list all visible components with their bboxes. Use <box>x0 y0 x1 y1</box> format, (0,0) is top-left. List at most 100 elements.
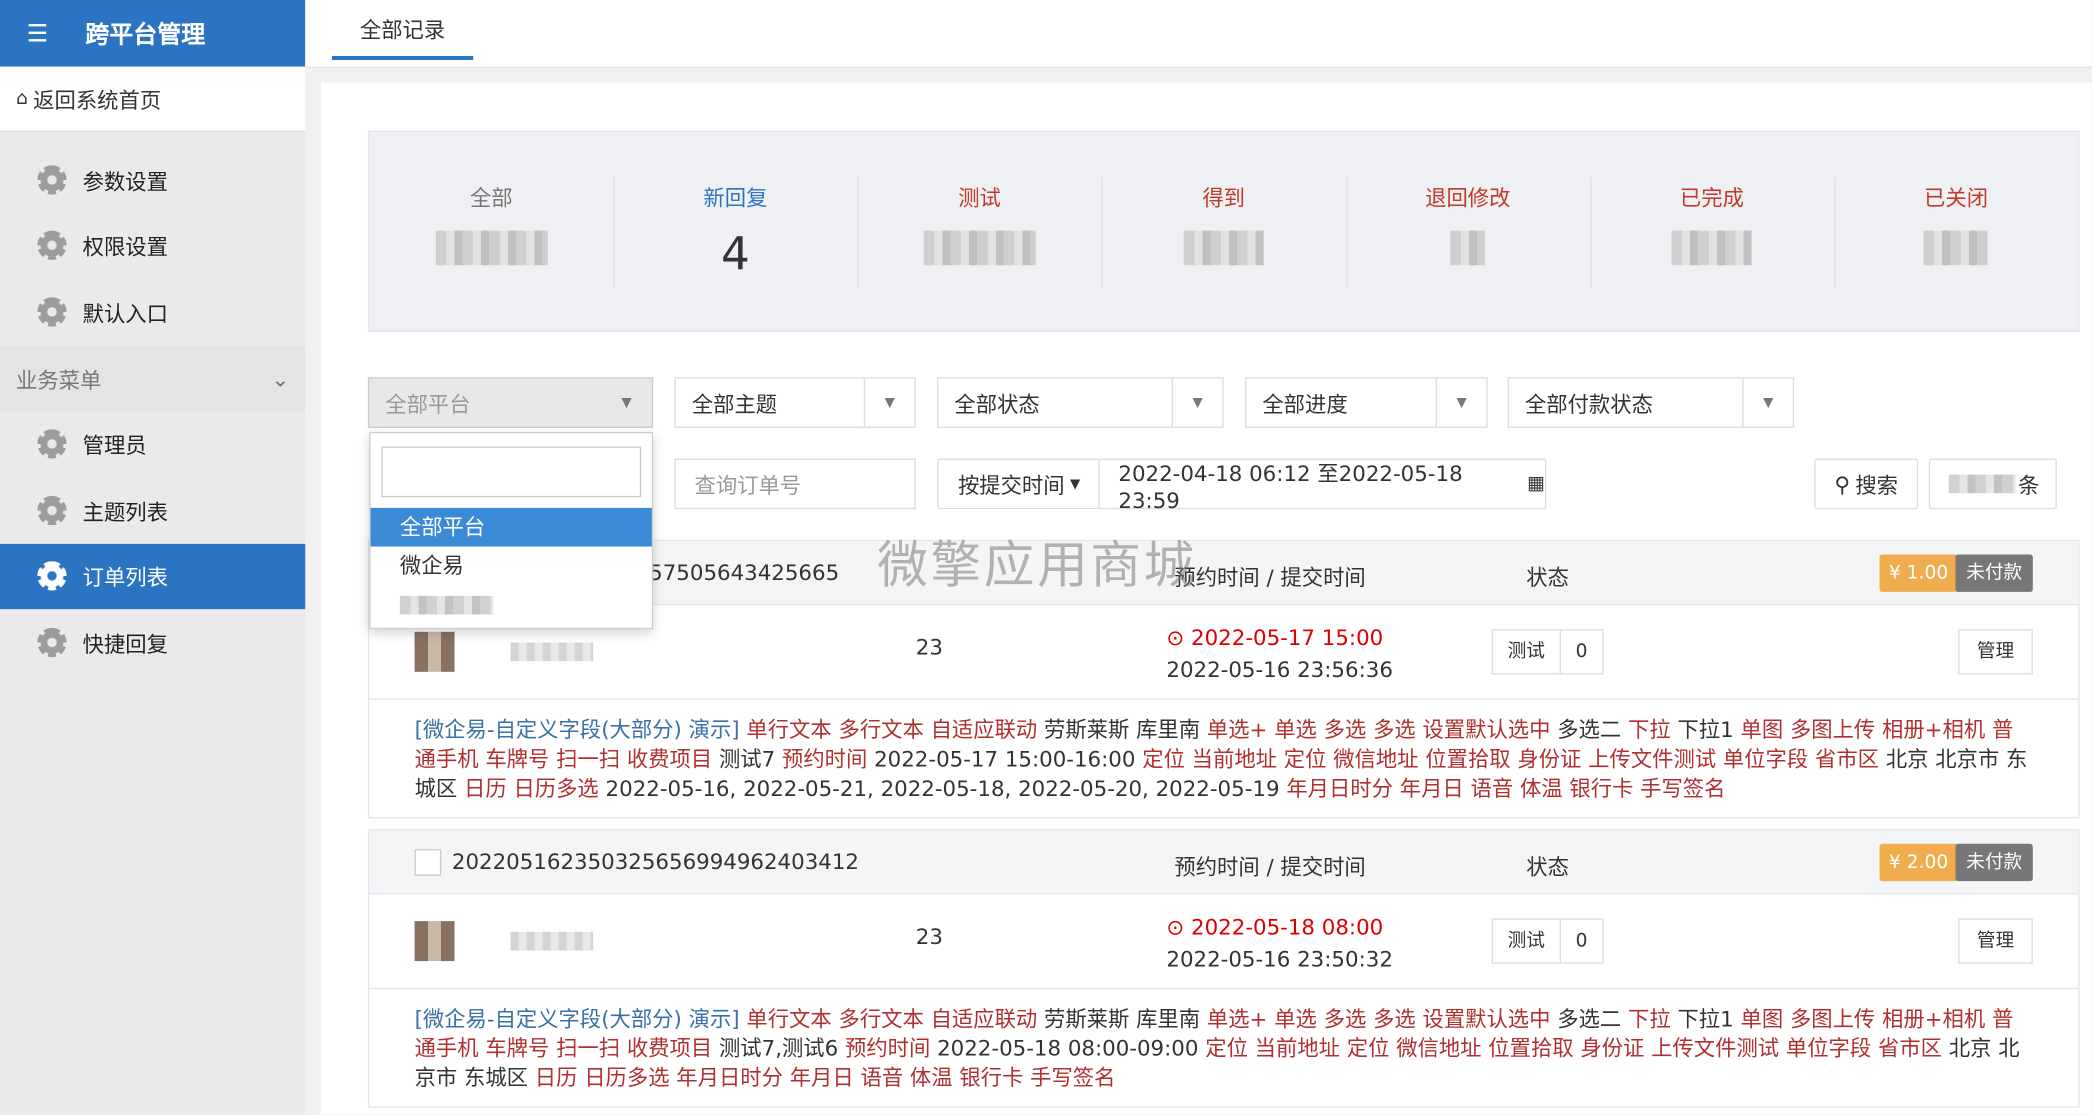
stat-got[interactable]: 得到 <box>1101 132 1346 331</box>
order-number: 57505643425665 <box>649 559 840 586</box>
status-tag[interactable]: 测试 0 <box>1491 918 1604 964</box>
dropdown-search-input[interactable] <box>381 446 642 498</box>
stat-label: 已关闭 <box>1924 185 1989 211</box>
select-value: 全部平台 <box>385 391 471 418</box>
chevron-down-icon: ⌄ <box>271 365 290 392</box>
time-header: 预约时间 / 提交时间 <box>1174 854 1366 880</box>
tag-label: 测试 <box>1493 919 1561 963</box>
brand-title: 跨平台管理 <box>85 21 206 50</box>
detail-segment: 单行文本 多行文本 自适应联动 <box>746 1006 1045 1032</box>
appoint-time: 2022-05-17 15:00 <box>1191 625 1384 651</box>
select-value: 全部状态 <box>954 391 1040 418</box>
sidebar-item-quick-reply[interactable]: 快捷回复 <box>0 609 305 675</box>
order-count: 23 <box>915 923 943 950</box>
select-value: 全部付款状态 <box>1524 391 1653 418</box>
sidebar-item-label: 权限设置 <box>82 234 168 261</box>
topic-select[interactable]: 全部主题 ▼ <box>674 377 916 428</box>
pay-state-badge: 未付款 <box>1955 843 2033 882</box>
platform-select[interactable]: 全部平台 ▼ <box>367 377 654 428</box>
dropdown-option[interactable]: 微企易 <box>371 547 652 586</box>
status-header: 状态 <box>1526 565 1569 591</box>
order-number-input[interactable]: 查询订单号 <box>674 458 916 510</box>
sidebar-item-params[interactable]: 参数设置 <box>0 147 305 213</box>
blurred-value <box>1924 230 1989 266</box>
section-label: 业务菜单 <box>15 367 102 394</box>
status-select[interactable]: 全部状态 ▼ <box>937 377 1224 428</box>
detail-segment: 下拉 <box>1628 1006 1678 1032</box>
calendar-icon: ▦ <box>1527 473 1545 495</box>
blurred-name <box>510 931 594 951</box>
sidebar-section-business[interactable]: 业务菜单 ⌄ <box>0 345 306 412</box>
pay-state-badge: 未付款 <box>1955 554 2033 592</box>
sidebar-item-default-entry[interactable]: 默认入口 <box>0 279 305 345</box>
sidebar-item-orders[interactable]: 订单列表 <box>0 543 306 610</box>
detail-segment: 预约时间 <box>781 746 875 772</box>
stat-new-reply[interactable]: 新回复 4 <box>613 132 857 331</box>
stat-test[interactable]: 测试 <box>857 132 1101 331</box>
stat-label: 退回修改 <box>1425 185 1511 211</box>
stat-value: 4 <box>721 227 750 282</box>
date-range-input[interactable]: 2022-04-18 06:12 至2022-05-18 23:59 ▦ <box>1098 458 1547 513</box>
sidebar-item-admins[interactable]: 管理员 <box>0 411 305 477</box>
sidebar-item-permissions[interactable]: 权限设置 <box>0 213 305 279</box>
count-suffix: 条 <box>2018 473 2040 499</box>
sidebar-item-label: 默认入口 <box>82 300 168 327</box>
detail-segment: 2022-05-17 15:00-16:00 <box>874 746 1143 772</box>
caret-down-icon: ▼ <box>1435 378 1487 427</box>
detail-segment: 下拉 <box>1628 717 1678 743</box>
detail-segment: 测试7,测试6 <box>718 1035 845 1062</box>
stat-completed[interactable]: 已完成 <box>1589 132 1834 331</box>
gear-icon <box>37 561 67 591</box>
home-link[interactable]: ⌂ 返回系统首页 <box>0 66 306 132</box>
stat-all[interactable]: 全部 <box>369 132 613 331</box>
status-header: 状态 <box>1526 854 1569 880</box>
time-header: 预约时间 / 提交时间 <box>1174 565 1366 591</box>
sidebar-item-topics[interactable]: 主题列表 <box>0 477 305 543</box>
blurred-value <box>923 230 1036 266</box>
order-count: 23 <box>915 634 943 660</box>
sidebar-item-label: 订单列表 <box>82 565 168 591</box>
select-value: 全部进度 <box>1262 391 1348 418</box>
detail-segment: 定位 当前地址 定位 微信地址 位置拾取 身份证 上传文件测试 单位字段 省市区 <box>1205 1035 1949 1062</box>
detail-segment: 单行文本 多行文本 自适应联动 <box>746 717 1045 743</box>
detail-segment: 下拉1 <box>1677 717 1741 743</box>
order-checkbox[interactable] <box>414 849 442 876</box>
tag-label: 测试 <box>1493 630 1561 674</box>
status-tag[interactable]: 测试 0 <box>1491 629 1604 675</box>
blurred-value <box>1948 474 2016 494</box>
menu-toggle-icon[interactable]: ☰ <box>27 19 51 47</box>
detail-segment: 劳斯莱斯 库里南 <box>1044 1006 1207 1032</box>
tab-label: 全部记录 <box>359 17 446 43</box>
platform-dropdown-menu: 全部平台 微企易 <box>369 431 654 630</box>
stat-closed[interactable]: 已关闭 <box>1833 132 2078 331</box>
clock-icon: ⊙ <box>1166 625 1185 651</box>
dropdown-option[interactable]: 全部平台 <box>370 507 652 547</box>
appoint-time: 2022-05-18 08:00 <box>1191 914 1384 940</box>
tag-count: 0 <box>1575 930 1588 952</box>
detail-link[interactable]: [微企易-自定义字段(大部分) 演示] <box>415 717 740 742</box>
stat-label: 得到 <box>1202 185 1246 211</box>
dropdown-option-blurred[interactable] <box>371 585 652 624</box>
manage-button[interactable]: 管理 <box>1958 918 2033 964</box>
detail-segment: 劳斯莱斯 库里南 <box>1044 717 1207 743</box>
time-type-select[interactable]: 按提交时间 ▼ <box>937 458 1100 510</box>
gear-icon <box>37 296 67 327</box>
tab-all-records[interactable]: 全部记录 <box>331 0 474 60</box>
price-badge: ¥ 1.00 <box>1879 554 1958 592</box>
detail-segment: 下拉1 <box>1677 1006 1741 1032</box>
date-range-value: 2022-04-18 06:12 至2022-05-18 23:59 <box>1118 460 1463 513</box>
detail-segment: 单选+ 单选 多选 多选 设置默认选中 <box>1206 1006 1558 1032</box>
progress-select[interactable]: 全部进度 ▼ <box>1245 377 1488 428</box>
manage-button[interactable]: 管理 <box>1958 629 2033 675</box>
select-value: 全部主题 <box>691 391 778 418</box>
order-number: 2022051623503256569949624034​12 <box>451 849 859 875</box>
payment-select[interactable]: 全部付款状态 ▼ <box>1507 377 1795 428</box>
top-bar: 全部记录 <box>305 0 2092 68</box>
detail-segment: 2022-05-18 08:00-09:00 <box>937 1035 1206 1062</box>
count-button[interactable]: 条 <box>1928 458 2057 510</box>
caret-down-icon: ▼ <box>1069 476 1081 492</box>
watermark: 微擎应用商城 <box>877 535 1198 595</box>
stat-returned[interactable]: 退回修改 <box>1345 132 1590 331</box>
detail-link[interactable]: [微企易-自定义字段(大部分) 演示] <box>415 1006 740 1031</box>
search-button[interactable]: ⚲ 搜索 <box>1814 458 1919 510</box>
